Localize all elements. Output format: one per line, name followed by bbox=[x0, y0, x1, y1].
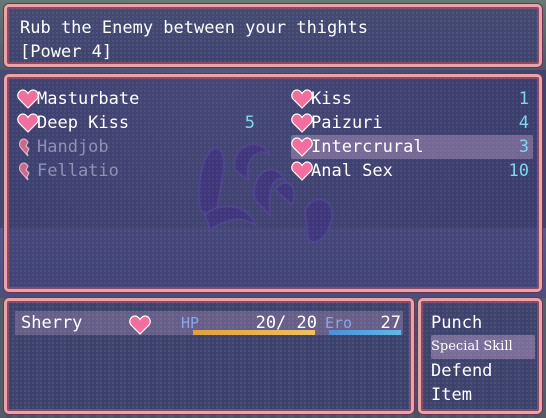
skill-power: [Power 4] bbox=[20, 42, 113, 62]
broken-heart-icon bbox=[19, 162, 30, 181]
skill-item[interactable]: Paizuri 4 bbox=[291, 111, 533, 135]
skill-item[interactable]: Fellatio bbox=[17, 159, 259, 183]
skill-name: Intercrural bbox=[311, 137, 424, 157]
skill-name: Handjob bbox=[37, 137, 109, 157]
skill-cost: 3 bbox=[518, 137, 529, 157]
heart-icon bbox=[291, 161, 313, 181]
skill-name: Kiss bbox=[311, 89, 352, 109]
heart-icon bbox=[17, 89, 39, 109]
hp-value: 20/ 20 bbox=[255, 313, 317, 333]
skill-item[interactable]: Anal Sex 10 bbox=[291, 159, 533, 183]
heart-icon bbox=[17, 113, 39, 133]
command-item[interactable]: Item bbox=[431, 383, 535, 407]
broken-heart-icon bbox=[19, 138, 30, 157]
skill-name: Deep Kiss bbox=[37, 113, 130, 133]
actor-name: Sherry bbox=[21, 313, 83, 333]
heart-icon bbox=[291, 113, 313, 133]
command-special-skill[interactable]: Special Skill bbox=[431, 335, 535, 359]
skill-item[interactable]: Deep Kiss 5 bbox=[17, 111, 259, 135]
skill-list-window: Masturbate Kiss 1 Deep Kiss 5 Paizuri 4 Handjob… bbox=[4, 74, 542, 292]
skill-item[interactable]: Intercrural 3 bbox=[291, 135, 533, 159]
skill-item[interactable]: Kiss 1 bbox=[291, 87, 533, 111]
skill-description: Rub the Enemy between your thights bbox=[20, 18, 368, 38]
help-window: Rub the Enemy between your thights [Powe… bbox=[4, 4, 542, 67]
skill-name: Fellatio bbox=[37, 161, 119, 181]
command-punch[interactable]: Punch bbox=[431, 311, 535, 335]
skill-cost: 1 bbox=[518, 89, 529, 109]
status-window: Sherry HP 20/ 20 Ero 27 bbox=[4, 298, 414, 414]
heart-icon bbox=[291, 89, 313, 109]
heart-icon bbox=[291, 137, 313, 157]
ero-value: 27 bbox=[380, 313, 401, 333]
skill-cost: 5 bbox=[244, 113, 255, 133]
actor-command-window: Punch Special Skill Defend Item bbox=[418, 298, 542, 414]
skill-name: Anal Sex bbox=[311, 161, 393, 181]
skill-item[interactable]: Masturbate bbox=[17, 87, 259, 111]
command-defend[interactable]: Defend bbox=[431, 359, 535, 383]
skill-cost: 4 bbox=[518, 113, 529, 133]
skill-name: Paizuri bbox=[311, 113, 383, 133]
skill-name: Masturbate bbox=[37, 89, 140, 109]
heart-icon bbox=[129, 315, 151, 335]
skill-item[interactable]: Handjob bbox=[17, 135, 259, 159]
skill-cost: 10 bbox=[508, 161, 529, 181]
